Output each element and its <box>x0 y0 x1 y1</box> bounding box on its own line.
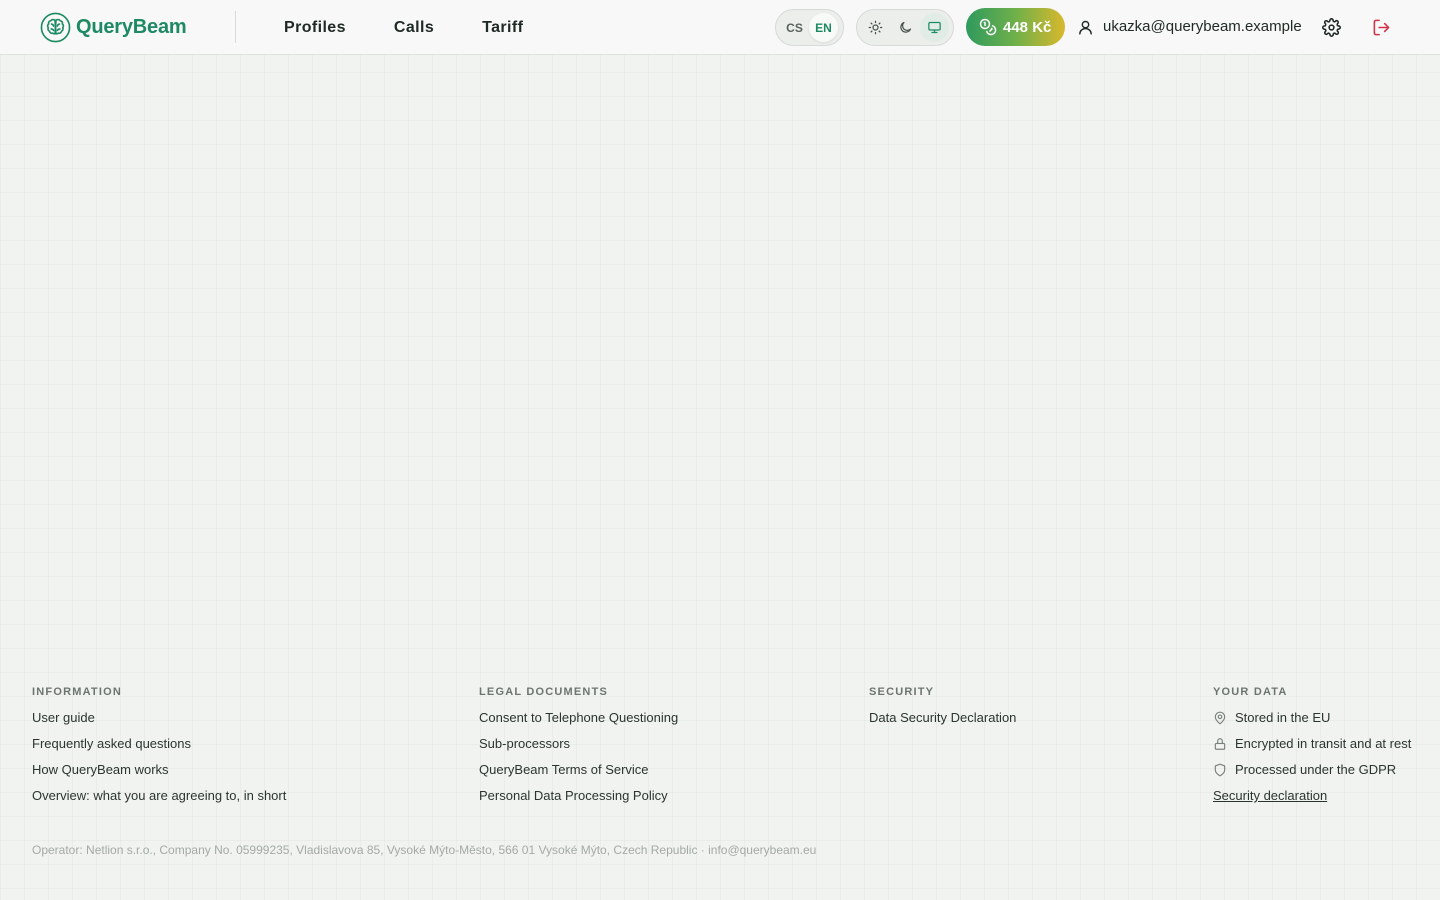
footer-link-faq[interactable]: Frequently asked questions <box>32 736 286 762</box>
credit-balance-button[interactable]: 448 Kč <box>966 8 1065 46</box>
footer-information: INFORMATION User guide Frequently asked … <box>32 686 286 814</box>
logout-icon <box>1373 19 1389 35</box>
footer-your-data-title: YOUR DATA <box>1213 686 1288 698</box>
language-option-en[interactable]: EN <box>809 13 838 42</box>
nav-item-profiles[interactable]: Profiles <box>284 18 346 38</box>
moon-icon <box>899 21 911 33</box>
header-divider <box>235 11 236 43</box>
nav-item-tariff[interactable]: Tariff <box>482 18 523 38</box>
data-item-eu: Stored in the EU <box>1213 710 1411 736</box>
theme-light-button[interactable] <box>861 13 890 42</box>
operator-info: Operator: Netlion s.r.o., Company No. 05… <box>32 843 817 857</box>
map-pin-icon <box>1214 711 1226 725</box>
coins-icon <box>979 18 997 36</box>
settings-button[interactable] <box>1319 15 1343 39</box>
data-item-label: Stored in the EU <box>1235 710 1331 725</box>
footer-link-subprocessors[interactable]: Sub-processors <box>479 736 678 762</box>
footer-link-security-declaration[interactable]: Data Security Declaration <box>869 710 1016 736</box>
top-bar: QueryBeam Profiles Calls Tariff CS EN 44… <box>0 0 1440 55</box>
shield-icon <box>1214 763 1226 777</box>
data-item-gdpr: Processed under the GDPR <box>1213 762 1411 788</box>
footer-link-terms[interactable]: QueryBeam Terms of Service <box>479 762 678 788</box>
nav-item-calls[interactable]: Calls <box>394 18 434 38</box>
theme-switcher <box>856 9 954 46</box>
data-item-encrypted: Encrypted in transit and at rest <box>1213 736 1411 762</box>
footer-link-user-guide[interactable]: User guide <box>32 710 286 736</box>
data-item-label: Encrypted in transit and at rest <box>1235 736 1412 751</box>
security-declaration-link[interactable]: Security declaration <box>1213 788 1411 804</box>
footer-security: SECURITY Data Security Declaration <box>869 686 1016 736</box>
footer-legal: LEGAL DOCUMENTS Consent to Telephone Que… <box>479 686 678 814</box>
gear-icon <box>1321 17 1341 37</box>
logout-button[interactable] <box>1369 15 1393 39</box>
language-switcher: CS EN <box>775 9 844 46</box>
footer-link-how-it-works[interactable]: How QueryBeam works <box>32 762 286 788</box>
theme-system-button[interactable] <box>920 13 950 42</box>
sun-icon <box>868 20 883 35</box>
credit-amount: 448 Kč <box>1003 18 1052 36</box>
brain-logo-icon <box>40 12 71 42</box>
user-icon <box>1079 20 1092 35</box>
main-nav: Profiles Calls Tariff <box>284 18 571 38</box>
theme-dark-button[interactable] <box>891 13 920 42</box>
brand-name: QueryBeam <box>76 15 187 38</box>
lock-icon <box>1214 738 1226 750</box>
footer-link-consent[interactable]: Consent to Telephone Questioning <box>479 710 678 736</box>
footer-link-overview[interactable]: Overview: what you are agreeing to, in s… <box>32 788 286 814</box>
brand-logo[interactable]: QueryBeam <box>40 11 187 43</box>
user-account[interactable]: ukazka@querybeam.example <box>1077 17 1302 37</box>
footer-information-title: INFORMATION <box>32 686 122 698</box>
language-option-cs[interactable]: CS <box>780 13 809 42</box>
data-item-label: Processed under the GDPR <box>1235 762 1397 777</box>
footer-security-title: SECURITY <box>869 686 935 698</box>
footer-link-privacy-policy[interactable]: Personal Data Processing Policy <box>479 788 678 814</box>
user-email: ukazka@querybeam.example <box>1103 18 1302 35</box>
footer-legal-title: LEGAL DOCUMENTS <box>479 686 609 698</box>
monitor-icon <box>928 21 941 34</box>
footer-your-data: YOUR DATA Stored in the EU Encrypted in … <box>1213 686 1411 804</box>
